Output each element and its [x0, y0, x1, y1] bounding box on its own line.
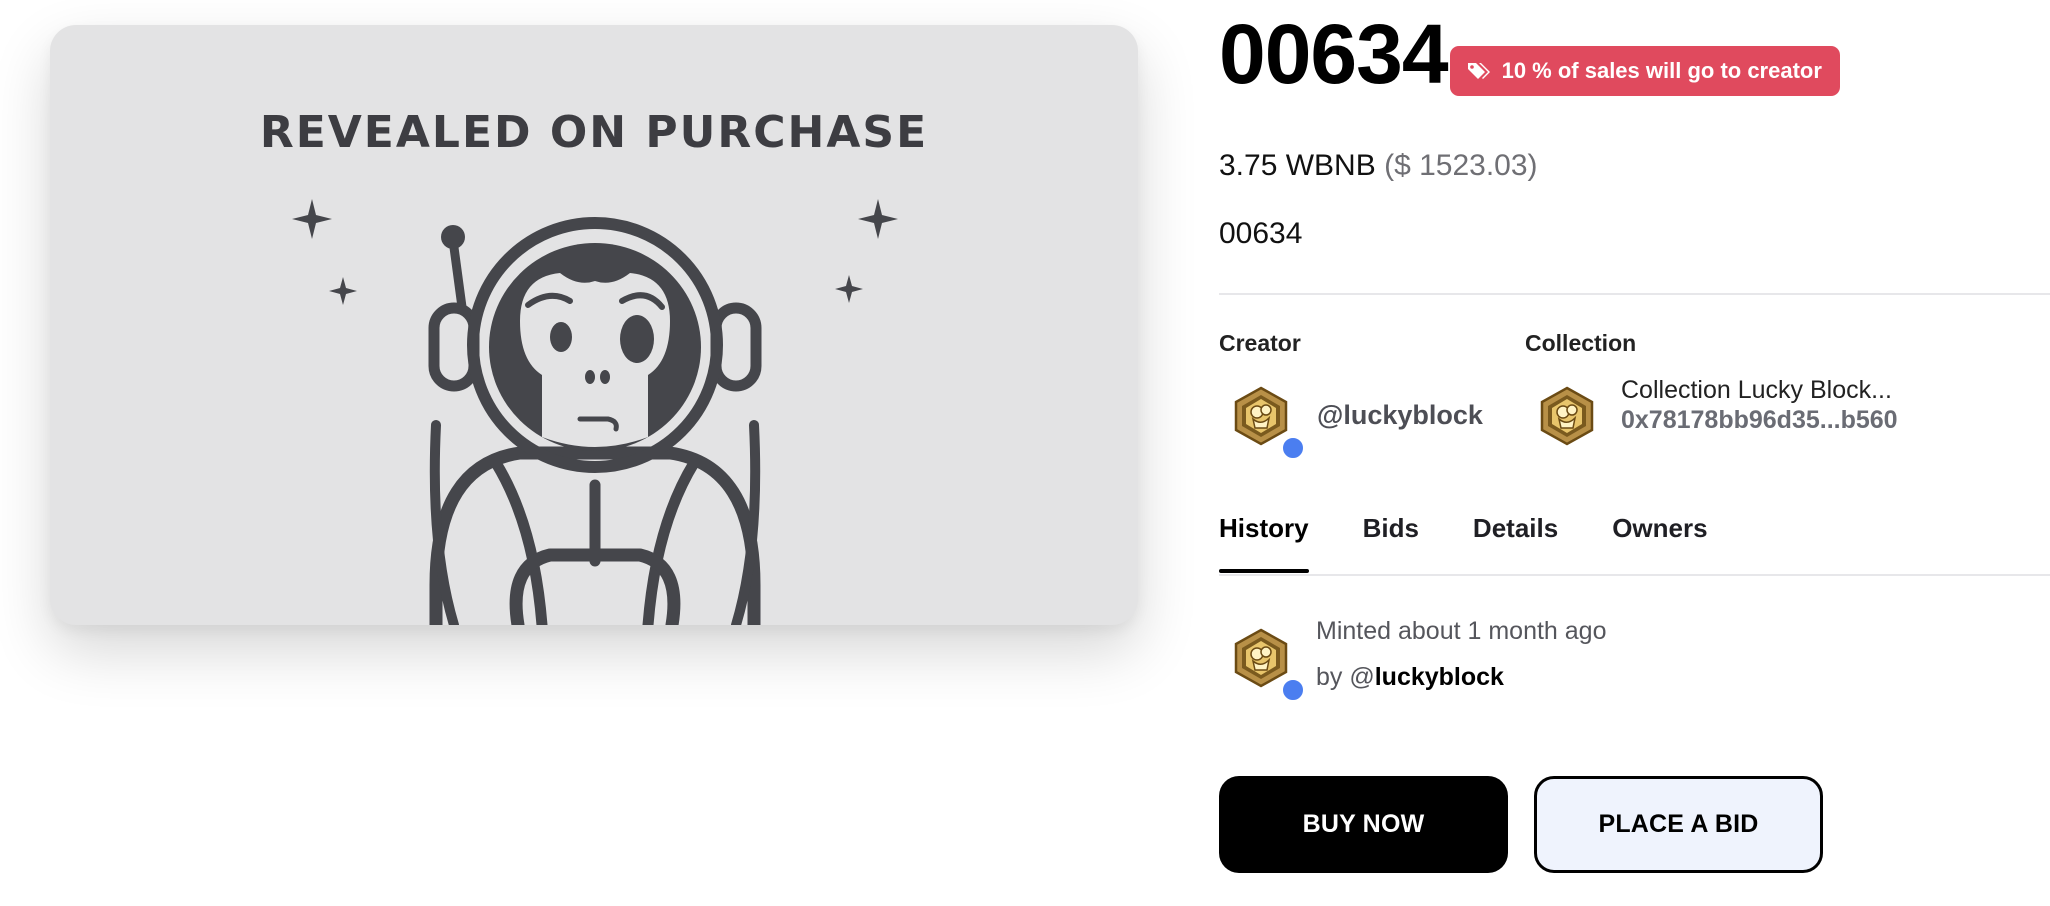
royalty-badge: 10 % of sales will go to creator	[1449, 46, 1840, 96]
nft-artwork-card[interactable]: REVEALED ON PURCHASE	[50, 25, 1138, 625]
online-indicator	[1281, 436, 1305, 460]
creator-label: Creator	[1219, 330, 1301, 356]
history-by: by @luckyblock	[1316, 660, 1504, 694]
tab-details[interactable]: Details	[1473, 506, 1558, 576]
collection-avatar[interactable]	[1539, 386, 1595, 446]
tabs-divider	[1219, 574, 2050, 576]
creator-handle-link[interactable]: @luckyblock	[1317, 398, 1483, 432]
lucky-block-logo-icon	[1233, 386, 1289, 446]
history-by-handle[interactable]: luckyblock	[1375, 663, 1504, 691]
tab-bids[interactable]: Bids	[1363, 506, 1419, 576]
item-title: 00634	[1219, 7, 1449, 101]
tag-icon	[1466, 60, 1492, 82]
astronaut-monkey-illustration	[292, 199, 898, 625]
price-value: 3.75 WBNB	[1219, 149, 1376, 182]
royalty-text: 10 % of sales will go to creator	[1501, 58, 1822, 83]
creator-avatar[interactable]	[1233, 386, 1305, 460]
collection-label: Collection	[1525, 330, 1637, 356]
lucky-block-logo-icon	[1233, 628, 1289, 688]
collection-name-link[interactable]: Collection Lucky Block...	[1621, 374, 1892, 406]
price-line: 3.75 WBNB ($ 1523.03)	[1219, 146, 1538, 186]
divider	[1219, 293, 2050, 295]
lucky-block-logo-icon	[1539, 386, 1595, 446]
history-avatar[interactable]	[1233, 628, 1305, 702]
history-by-prefix: by @	[1316, 663, 1375, 691]
online-indicator	[1281, 678, 1305, 702]
item-details-panel: 00634 10 % of sales will go to creator 3…	[1219, 0, 2050, 906]
tab-history[interactable]: History	[1219, 506, 1309, 576]
item-tabs: History Bids Details Owners	[1219, 506, 2050, 576]
title-row: 00634 10 % of sales will go to creator	[1219, 4, 1840, 104]
history-event: Minted about 1 month ago	[1316, 617, 1607, 645]
price-usd: ($ 1523.03)	[1384, 149, 1538, 182]
collection-address[interactable]: 0x78178bb96d35...b560	[1621, 404, 1917, 436]
tab-owners[interactable]: Owners	[1612, 506, 1707, 576]
buy-now-button[interactable]: BUY NOW	[1219, 776, 1508, 873]
place-bid-button[interactable]: PLACE A BID	[1534, 776, 1823, 873]
item-name: 00634	[1219, 217, 1303, 250]
